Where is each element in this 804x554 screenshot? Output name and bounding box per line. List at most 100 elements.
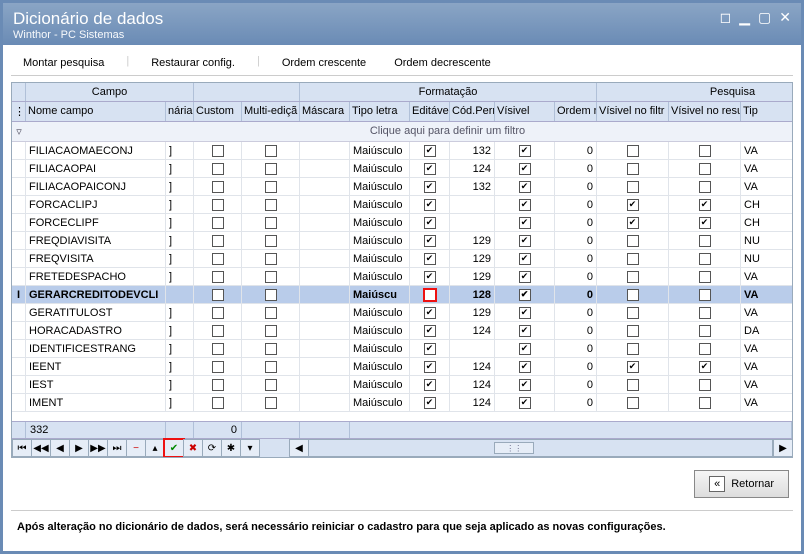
cell-visivel[interactable]	[495, 250, 555, 267]
checkbox[interactable]	[627, 199, 639, 211]
checkbox[interactable]	[699, 289, 711, 301]
checkbox[interactable]	[265, 181, 277, 193]
checkbox[interactable]	[265, 397, 277, 409]
nav-cancel[interactable]: ✖	[183, 439, 203, 457]
checkbox[interactable]	[424, 307, 436, 319]
cell-visivel[interactable]	[495, 196, 555, 213]
checkbox[interactable]	[212, 199, 224, 211]
table-row[interactable]: IGERARCREDITODEVCLIMaiúscu1280VA	[12, 286, 792, 304]
checkbox[interactable]	[519, 253, 531, 265]
checkbox[interactable]	[699, 379, 711, 391]
checkbox[interactable]	[627, 325, 639, 337]
cell-vis-resultado[interactable]	[669, 322, 741, 339]
checkbox[interactable]	[699, 145, 711, 157]
menu-montar-pesquisa[interactable]: Montar pesquisa	[11, 55, 116, 71]
nav-next-page[interactable]: ▶▶	[88, 439, 108, 457]
menu-ordem-decrescente[interactable]: Ordem decrescente	[382, 55, 503, 71]
cell-editavel[interactable]	[410, 358, 450, 375]
cell-vis-filtro[interactable]	[597, 214, 669, 231]
checkbox[interactable]	[699, 235, 711, 247]
checkbox[interactable]	[265, 163, 277, 175]
checkbox[interactable]	[699, 217, 711, 229]
cell-multi[interactable]	[242, 178, 300, 195]
nav-delete[interactable]: −	[126, 439, 146, 457]
col-vis-filtro[interactable]: Vísivel no filtr	[597, 102, 669, 121]
cell-visivel[interactable]	[495, 214, 555, 231]
checkbox[interactable]	[424, 397, 436, 409]
checkbox[interactable]	[265, 235, 277, 247]
checkbox[interactable]	[212, 325, 224, 337]
cell-visivel[interactable]	[495, 322, 555, 339]
table-row[interactable]: FILIACAOMAECONJ]Maiúsculo1320VA	[12, 142, 792, 160]
cell-multi[interactable]	[242, 250, 300, 267]
col-visivel[interactable]: Vísivel	[495, 102, 555, 121]
nav-up[interactable]: ▴	[145, 439, 165, 457]
hscroll-left[interactable]: ◀	[289, 439, 309, 457]
cell-visivel[interactable]	[495, 376, 555, 393]
col-mascara[interactable]: Máscara	[300, 102, 350, 121]
cell-custom[interactable]	[194, 286, 242, 303]
checkbox[interactable]	[265, 199, 277, 211]
cell-editavel[interactable]	[410, 250, 450, 267]
checkbox[interactable]	[212, 253, 224, 265]
checkbox[interactable]	[212, 397, 224, 409]
checkbox[interactable]	[424, 379, 436, 391]
cell-vis-filtro[interactable]	[597, 232, 669, 249]
cell-multi[interactable]	[242, 358, 300, 375]
cell-multi[interactable]	[242, 142, 300, 159]
checkbox[interactable]	[424, 145, 436, 157]
checkbox[interactable]	[519, 289, 531, 301]
nav-prev[interactable]: ◀	[50, 439, 70, 457]
cell-multi[interactable]	[242, 304, 300, 321]
cell-vis-resultado[interactable]	[669, 142, 741, 159]
cell-vis-resultado[interactable]	[669, 214, 741, 231]
checkbox[interactable]	[424, 253, 436, 265]
checkbox[interactable]	[424, 235, 436, 247]
cell-visivel[interactable]	[495, 160, 555, 177]
cell-multi[interactable]	[242, 196, 300, 213]
cell-vis-filtro[interactable]	[597, 178, 669, 195]
checkbox[interactable]	[212, 307, 224, 319]
checkbox[interactable]	[265, 325, 277, 337]
checkbox[interactable]	[212, 217, 224, 229]
checkbox[interactable]	[424, 361, 436, 373]
cell-custom[interactable]	[194, 196, 242, 213]
cell-vis-filtro[interactable]	[597, 394, 669, 411]
cell-multi[interactable]	[242, 268, 300, 285]
cell-vis-filtro[interactable]	[597, 268, 669, 285]
col-tipo-letra[interactable]: Tipo letra	[350, 102, 410, 121]
cell-custom[interactable]	[194, 160, 242, 177]
cell-multi[interactable]	[242, 322, 300, 339]
cell-vis-resultado[interactable]	[669, 286, 741, 303]
cell-vis-filtro[interactable]	[597, 286, 669, 303]
checkbox[interactable]	[699, 307, 711, 319]
checkbox[interactable]	[424, 199, 436, 211]
checkbox[interactable]	[212, 379, 224, 391]
col-cod-permiss[interactable]: Cód.Permiss	[450, 102, 495, 121]
nav-last[interactable]: ⏭	[107, 439, 127, 457]
checkbox[interactable]	[699, 361, 711, 373]
col-multi[interactable]: Multi-ediçã	[242, 102, 300, 121]
checkbox[interactable]	[519, 397, 531, 409]
checkbox[interactable]	[627, 307, 639, 319]
checkbox[interactable]	[519, 199, 531, 211]
checkbox[interactable]	[699, 325, 711, 337]
nav-refresh[interactable]: ⟳	[202, 439, 222, 457]
cell-visivel[interactable]	[495, 340, 555, 357]
checkbox[interactable]	[627, 343, 639, 355]
hscroll-right[interactable]: ▶	[773, 439, 793, 457]
table-row[interactable]: FREQDIAVISITA]Maiúsculo1290NU	[12, 232, 792, 250]
table-row[interactable]: IMENT]Maiúsculo1240VA	[12, 394, 792, 412]
cell-vis-resultado[interactable]	[669, 358, 741, 375]
checkbox[interactable]	[519, 343, 531, 355]
checkbox[interactable]	[519, 163, 531, 175]
checkbox[interactable]	[212, 235, 224, 247]
table-row[interactable]: IEST]Maiúsculo1240VA	[12, 376, 792, 394]
nav-next[interactable]: ▶	[69, 439, 89, 457]
cell-editavel[interactable]	[410, 160, 450, 177]
cell-vis-resultado[interactable]	[669, 160, 741, 177]
cell-vis-filtro[interactable]	[597, 142, 669, 159]
checkbox[interactable]	[265, 271, 277, 283]
cell-editavel[interactable]	[410, 304, 450, 321]
cell-custom[interactable]	[194, 376, 242, 393]
